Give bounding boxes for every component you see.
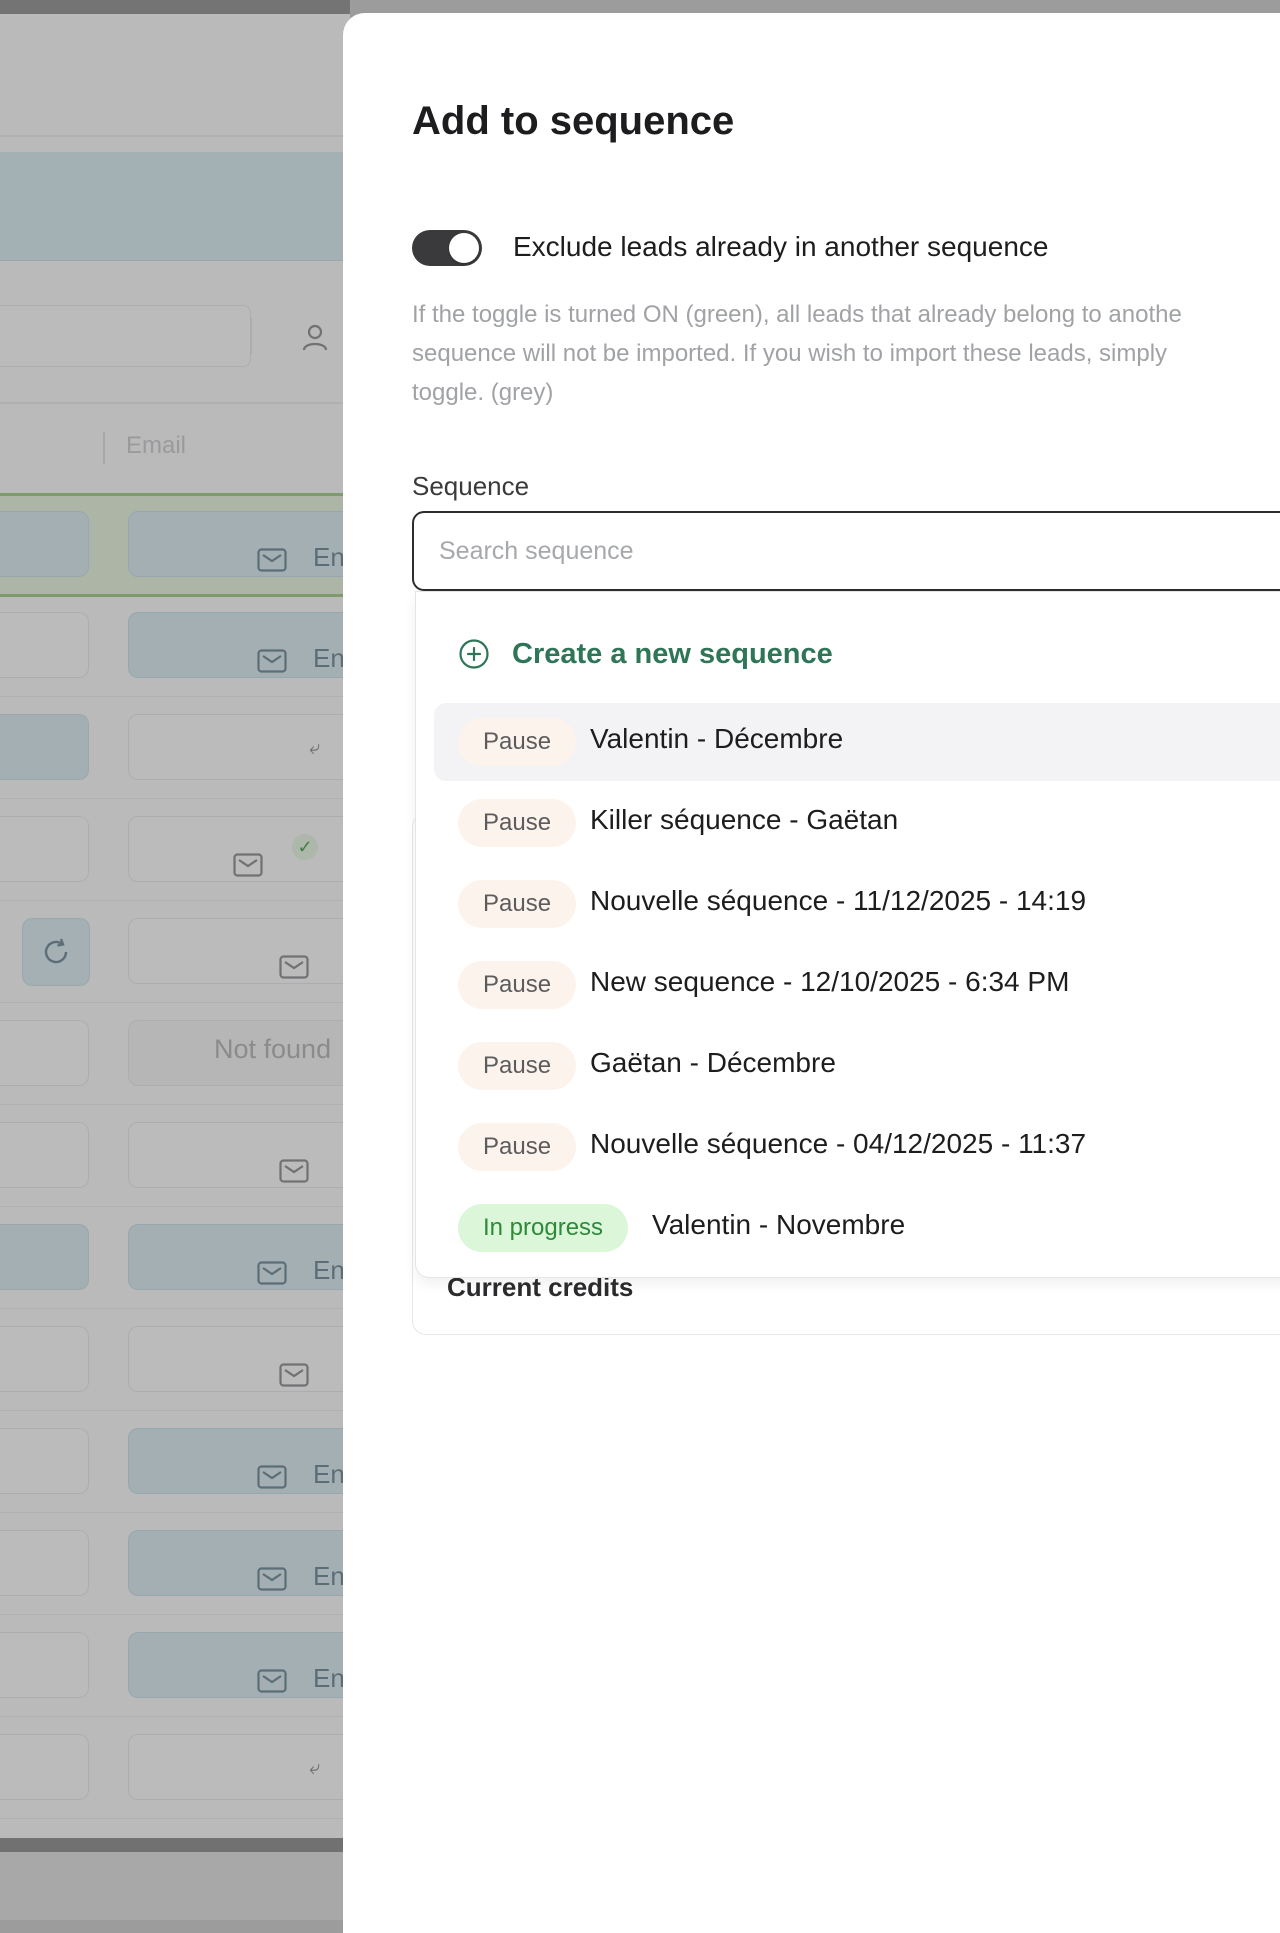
sequence-name: Nouvelle séquence - 11/12/2025 - 14:19 bbox=[590, 885, 1087, 916]
add-to-sequence-modal: Add to sequence Exclude leads already in… bbox=[343, 13, 1280, 1933]
exclude-leads-label: Exclude leads already in another sequenc… bbox=[513, 231, 1049, 262]
plus-circle-icon bbox=[459, 639, 489, 669]
sequence-option[interactable]: Pause Nouvelle séquence - 11/12/2025 - 1… bbox=[434, 865, 1280, 943]
sequence-option[interactable]: Pause Valentin - Décembre bbox=[434, 703, 1280, 781]
status-badge: Pause bbox=[458, 961, 577, 1009]
sequence-name: Killer séquence - Gaëtan bbox=[590, 804, 899, 835]
sequence-field-label: Sequence bbox=[412, 471, 530, 501]
background-app: Email En En ⤶ ✓ Not found En En En En ⤶ bbox=[0, 0, 350, 1920]
status-badge: Pause bbox=[458, 799, 577, 847]
sequence-name: Valentin - Décembre bbox=[590, 723, 844, 754]
help-text-line: If the toggle is turned ON (green), all … bbox=[412, 301, 1182, 328]
create-new-sequence-label: Create a new sequence bbox=[512, 637, 833, 670]
toggle-help-text: If the toggle is turned ON (green), all … bbox=[412, 295, 1280, 412]
help-text-line: toggle. (grey) bbox=[412, 379, 554, 406]
status-badge: Pause bbox=[458, 718, 577, 766]
sequence-option[interactable]: In progress Valentin - Novembre bbox=[434, 1189, 1280, 1267]
sequence-name: Nouvelle séquence - 04/12/2025 - 11:37 bbox=[590, 1128, 1087, 1159]
status-badge: In progress bbox=[458, 1204, 629, 1252]
modal-backdrop[interactable] bbox=[0, 0, 350, 1920]
status-badge: Pause bbox=[458, 1042, 577, 1090]
sequence-option[interactable]: Pause New sequence - 12/10/2025 - 6:34 P… bbox=[434, 946, 1280, 1024]
create-new-sequence-option[interactable]: Create a new sequence bbox=[458, 632, 833, 676]
sequence-name: Valentin - Novembre bbox=[652, 1209, 906, 1240]
toggle-knob bbox=[449, 233, 479, 263]
sequence-name: New sequence - 12/10/2025 - 6:34 PM bbox=[590, 966, 1070, 997]
help-text-line: sequence will not be imported. If you wi… bbox=[412, 340, 1168, 367]
sequence-option[interactable]: Pause Killer séquence - Gaëtan bbox=[434, 784, 1280, 862]
status-badge: Pause bbox=[458, 1123, 577, 1171]
sequence-option[interactable]: Pause Gaëtan - Décembre bbox=[434, 1027, 1280, 1105]
sequence-option[interactable]: Pause Nouvelle séquence - 04/12/2025 - 1… bbox=[434, 1108, 1280, 1186]
modal-title: Add to sequence bbox=[412, 99, 735, 143]
exclude-leads-toggle[interactable] bbox=[412, 230, 482, 266]
sequence-name: Gaëtan - Décembre bbox=[590, 1047, 836, 1078]
search-sequence-input[interactable] bbox=[412, 511, 1280, 591]
sequence-dropdown: Create a new sequence Pause Valentin - D… bbox=[415, 591, 1280, 1278]
status-badge: Pause bbox=[458, 880, 577, 928]
